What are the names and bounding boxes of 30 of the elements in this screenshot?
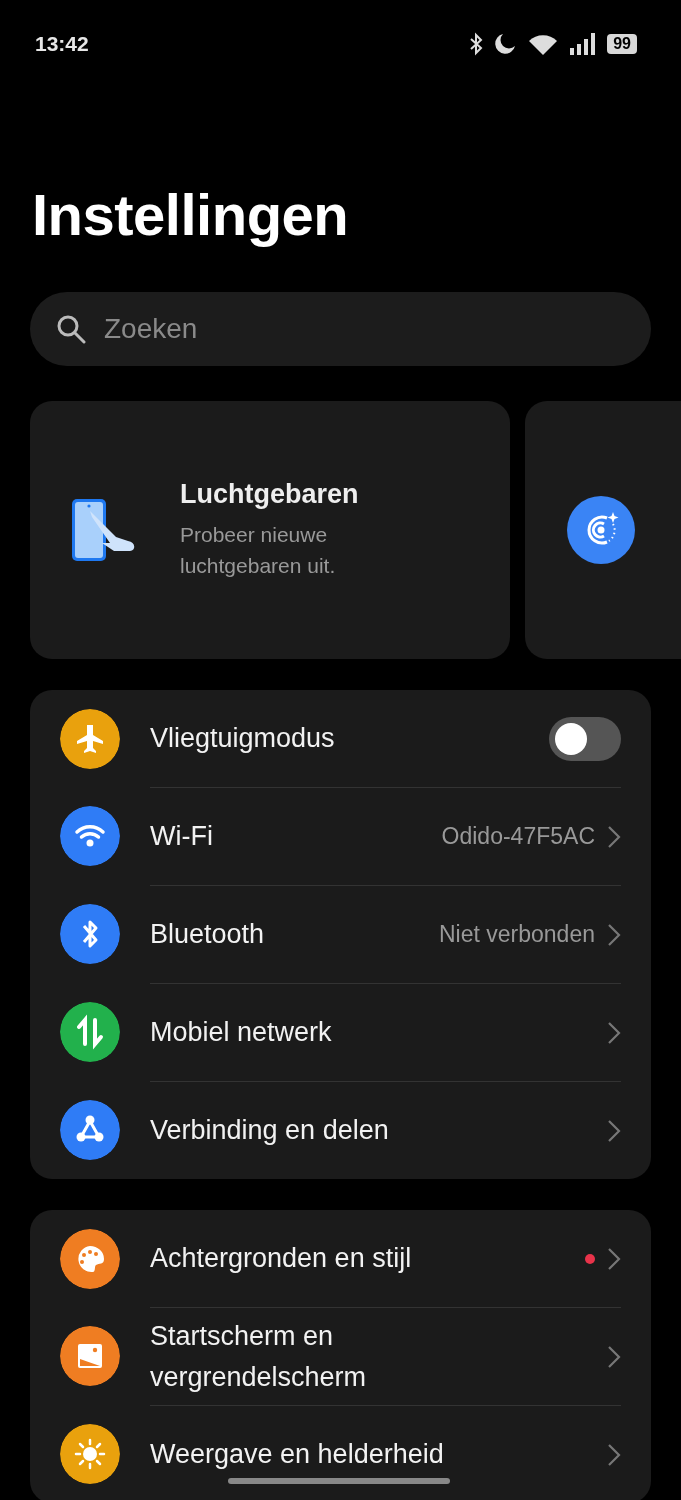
wifi-icon: [527, 32, 560, 56]
setting-label[interactable]: Achtergronden en stijl: [150, 1232, 480, 1285]
orbit-icon: [567, 496, 635, 564]
setting-value: Niet verbonden: [439, 921, 595, 948]
setting-label[interactable]: Mobiel netwerk: [150, 1006, 480, 1059]
status-time: 13:42: [35, 32, 89, 56]
chevron-right-icon: [607, 1246, 621, 1271]
card-description: Probeer nieuwe luchtgebaren uit.: [180, 522, 337, 579]
chevron-right-icon: [607, 824, 621, 849]
chevron-right-icon: [607, 1344, 621, 1369]
signal-icon: [569, 32, 598, 56]
toggle-switch[interactable]: [549, 716, 621, 761]
feature-card[interactable]: [525, 401, 681, 659]
setting-label[interactable]: Wi-Fi: [150, 810, 430, 863]
setting-label[interactable]: Vliegtuigmodus: [150, 712, 480, 765]
bluetooth-icon: [469, 32, 484, 56]
chevron-right-icon: [607, 1442, 621, 1467]
setting-label[interactable]: Startscherm en vergrendelscherm: [150, 1310, 480, 1403]
setting-label[interactable]: Bluetooth: [150, 908, 427, 961]
moon-icon: [493, 32, 518, 56]
battery-level: 99: [607, 34, 637, 54]
setting-label[interactable]: Weergave en helderheid: [150, 1428, 480, 1481]
card-title: Luchtgebaren: [180, 479, 360, 511]
chevron-right-icon: [607, 922, 621, 947]
setting-value: Odido-47F5AC: [441, 823, 595, 850]
chevron-right-icon: [607, 1020, 621, 1045]
search-field[interactable]: Zoeken: [30, 292, 651, 366]
chevron-right-icon: [607, 1118, 621, 1143]
feature-card[interactable]: Luchtgebaren Probeer nieuwe luchtgebaren uit.: [30, 401, 510, 659]
setting-label[interactable]: Verbinding en delen: [150, 1104, 480, 1157]
